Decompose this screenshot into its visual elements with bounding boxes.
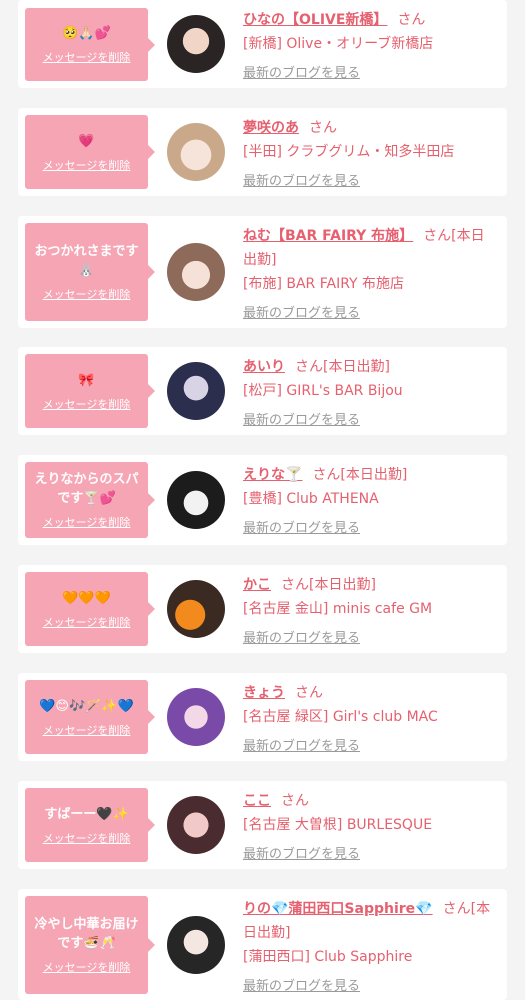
delete-message-link[interactable]: メッセージを削除	[43, 157, 131, 173]
delete-message-link[interactable]: メッセージを削除	[43, 959, 131, 975]
avatar[interactable]	[167, 362, 225, 420]
girl-name-link[interactable]: ここ	[243, 793, 271, 809]
message-bubble: すばーー🖤✨ メッセージを削除	[25, 788, 155, 862]
avatar[interactable]	[167, 916, 225, 974]
shop-name: [名古屋 金山] minis cafe GM	[243, 601, 433, 617]
message-bubble: 💙😊🎶🪄✨💙 メッセージを削除	[25, 680, 155, 754]
latest-blog-link[interactable]: 最新のブログを見る	[243, 62, 497, 86]
latest-blog-link[interactable]: 最新のブログを見る	[243, 170, 497, 194]
message-card: 💗 メッセージを削除 夢咲のあ さん [半田] クラブグリム・知多半田店 最新のブ…	[18, 108, 507, 196]
message-bubble: 🧡🧡🧡 メッセージを削除	[25, 572, 155, 646]
message-text: 🥺🙏🏻💕	[62, 26, 111, 41]
shop-name: [豊橋] Club ATHENA	[243, 491, 379, 507]
name-suffix: さん[本日出勤]	[295, 359, 390, 375]
latest-blog-link[interactable]: 最新のブログを見る	[243, 843, 497, 867]
girl-name-link[interactable]: えりな🍸	[243, 467, 302, 483]
shop-name: [布施] BAR FAIRY 布施店	[243, 276, 405, 292]
message-bubble: 🥺🙏🏻💕 メッセージを削除	[25, 8, 155, 81]
message-text: 💙😊🎶🪄✨💙	[39, 698, 134, 714]
message-card: 🎀 メッセージを削除 あいり さん[本日出勤] [松戸] GIRL's BAR B…	[18, 347, 507, 435]
message-bubble: 冷やし中華お届けです🍜🥂 メッセージを削除	[25, 896, 155, 994]
message-card: おつかれさまです🐰 メッセージを削除 ねむ【BAR FAIRY 布施】 さん[本日…	[18, 216, 507, 328]
shop-name: [松戸] GIRL's BAR Bijou	[243, 383, 403, 399]
avatar[interactable]	[167, 796, 225, 854]
message-text: えりなからのスパです🍸💕	[34, 472, 139, 506]
message-card: すばーー🖤✨ メッセージを削除 ここ さん [名古屋 大曽根] BURLESQUE…	[18, 781, 507, 869]
latest-blog-link[interactable]: 最新のブログを見る	[243, 302, 497, 326]
latest-blog-link[interactable]: 最新のブログを見る	[243, 735, 497, 759]
avatar[interactable]	[167, 15, 225, 73]
message-text: 💗	[78, 133, 95, 149]
card-info: ひなの【OLIVE新橋】 さん [新橋] Olive・オリーブ新橋店 最新のブログ…	[243, 8, 497, 86]
name-suffix: さん	[309, 120, 337, 136]
card-info: ねむ【BAR FAIRY 布施】 さん[本日出勤] [布施] BAR FAIRY …	[243, 224, 497, 326]
delete-message-link[interactable]: メッセージを削除	[43, 614, 131, 630]
card-info: えりな🍸 さん[本日出勤] [豊橋] Club ATHENA 最新のブログを見る	[243, 463, 497, 541]
message-text: おつかれさまです🐰	[34, 244, 139, 278]
latest-blog-link[interactable]: 最新のブログを見る	[243, 627, 497, 651]
girl-name-link[interactable]: 夢咲のあ	[243, 120, 299, 136]
card-info: かこ さん[本日出勤] [名古屋 金山] minis cafe GM 最新のブログ…	[243, 573, 497, 651]
shop-name: [新橋] Olive・オリーブ新橋店	[243, 36, 434, 52]
avatar[interactable]	[167, 580, 225, 638]
message-text: 冷やし中華お届けです🍜🥂	[34, 917, 139, 951]
girl-name-link[interactable]: きょう	[243, 685, 285, 701]
message-card: 💙😊🎶🪄✨💙 メッセージを削除 きょう さん [名古屋 緑区] Girl's cl…	[18, 673, 507, 761]
name-suffix: さん[本日出勤]	[312, 467, 408, 483]
message-card: 🥺🙏🏻💕 メッセージを削除 ひなの【OLIVE新橋】 さん [新橋] Olive・…	[18, 0, 507, 88]
message-text: 🎀	[78, 372, 95, 388]
delete-message-link[interactable]: メッセージを削除	[43, 830, 131, 846]
message-card: 🧡🧡🧡 メッセージを削除 かこ さん[本日出勤] [名古屋 金山] minis c…	[18, 565, 507, 653]
avatar[interactable]	[167, 688, 225, 746]
latest-blog-link[interactable]: 最新のブログを見る	[243, 409, 497, 433]
message-card: 冷やし中華お届けです🍜🥂 メッセージを削除 りの💎蒲田西口Sapphire💎 さん…	[18, 889, 507, 1000]
delete-message-link[interactable]: メッセージを削除	[43, 722, 131, 738]
card-info: ここ さん [名古屋 大曽根] BURLESQUE 最新のブログを見る	[243, 789, 497, 867]
avatar[interactable]	[167, 471, 225, 529]
girl-name-link[interactable]: あいり	[243, 359, 285, 375]
shop-name: [名古屋 大曽根] BURLESQUE	[243, 817, 433, 833]
message-bubble: 💗 メッセージを削除	[25, 115, 155, 189]
card-info: あいり さん[本日出勤] [松戸] GIRL's BAR Bijou 最新のブログ…	[243, 355, 497, 433]
name-suffix: さん[本日出勤]	[281, 577, 376, 593]
delete-message-link[interactable]: メッセージを削除	[43, 286, 131, 302]
name-suffix: さん	[397, 12, 426, 28]
message-card: えりなからのスパです🍸💕 メッセージを削除 えりな🍸 さん[本日出勤] [豊橋] …	[18, 455, 507, 545]
card-info: きょう さん [名古屋 緑区] Girl's club MAC 最新のブログを見る	[243, 681, 497, 759]
girl-name-link[interactable]: りの💎蒲田西口Sapphire💎	[243, 901, 433, 917]
message-bubble: おつかれさまです🐰 メッセージを削除	[25, 223, 155, 321]
message-text: すばーー🖤✨	[44, 806, 129, 822]
shop-name: [名古屋 緑区] Girl's club MAC	[243, 709, 438, 725]
girl-name-link[interactable]: ねむ【BAR FAIRY 布施】	[243, 228, 413, 244]
girl-name-link[interactable]: かこ	[243, 577, 271, 593]
avatar[interactable]	[167, 243, 225, 301]
name-suffix: さん	[281, 793, 309, 809]
girl-name-link[interactable]: ひなの【OLIVE新橋】	[243, 12, 387, 28]
card-info: りの💎蒲田西口Sapphire💎 さん[本日出勤] [蒲田西口] Club Sap…	[243, 897, 497, 999]
message-bubble: えりなからのスパです🍸💕 メッセージを削除	[25, 462, 155, 538]
latest-blog-link[interactable]: 最新のブログを見る	[243, 975, 497, 999]
shop-name: [蒲田西口] Club Sapphire	[243, 949, 413, 965]
name-suffix: さん	[295, 685, 323, 701]
avatar[interactable]	[167, 123, 225, 181]
delete-message-link[interactable]: メッセージを削除	[43, 514, 131, 530]
message-text: 🧡🧡🧡	[62, 590, 111, 606]
delete-message-link[interactable]: メッセージを削除	[43, 396, 131, 412]
latest-blog-link[interactable]: 最新のブログを見る	[243, 517, 497, 541]
delete-message-link[interactable]: メッセージを削除	[43, 49, 131, 65]
card-info: 夢咲のあ さん [半田] クラブグリム・知多半田店 最新のブログを見る	[243, 116, 497, 194]
shop-name: [半田] クラブグリム・知多半田店	[243, 144, 455, 160]
message-bubble: 🎀 メッセージを削除	[25, 354, 155, 428]
